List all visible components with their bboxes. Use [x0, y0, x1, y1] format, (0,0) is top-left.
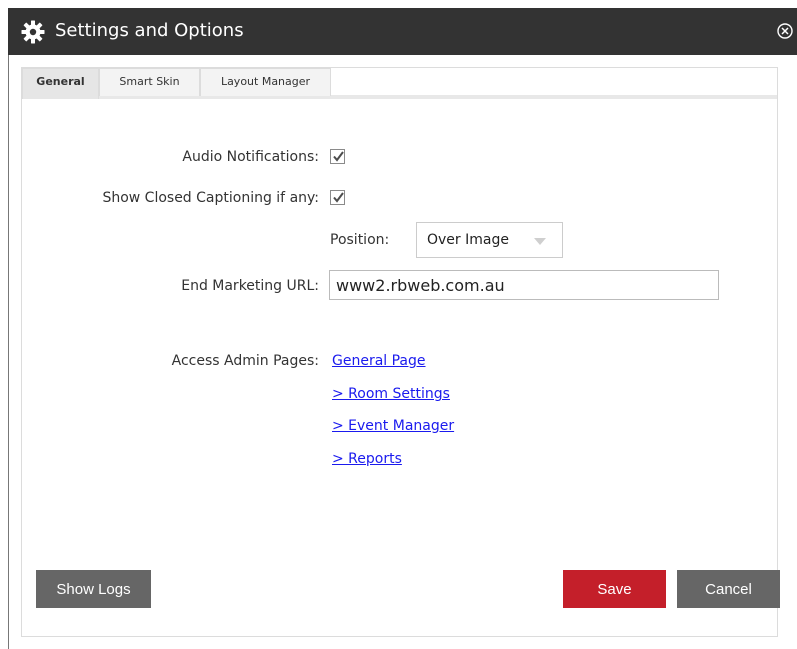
admin-pages-label: Access Admin Pages:: [171, 353, 319, 369]
show-logs-button[interactable]: Show Logs: [36, 570, 151, 608]
audio-notifications-checkbox[interactable]: [330, 149, 345, 164]
link-event-manager[interactable]: > Event Manager: [332, 417, 454, 435]
tab-smart-skin[interactable]: Smart Skin: [99, 68, 200, 96]
window-title: Settings and Options: [55, 20, 244, 41]
settings-panel: General Smart Skin Layout Manager Audio …: [21, 67, 780, 637]
closed-captioning-label: Show Closed Captioning if any:: [102, 190, 319, 206]
tab-bar: General Smart Skin Layout Manager: [22, 68, 777, 99]
tab-general[interactable]: General: [22, 68, 99, 99]
settings-window: Settings and Options General Smart Skin …: [0, 0, 797, 649]
link-reports[interactable]: > Reports: [332, 450, 402, 468]
title-bar: Settings and Options: [8, 8, 797, 55]
position-selected-value: Over Image: [427, 232, 509, 248]
position-label: Position:: [330, 232, 390, 248]
cancel-button[interactable]: Cancel: [677, 570, 780, 608]
position-select[interactable]: Over Image: [416, 222, 563, 258]
gear-icon: [21, 20, 45, 44]
chevron-down-icon: [534, 238, 546, 245]
link-general-page[interactable]: General Page: [332, 352, 426, 370]
audio-notifications-label: Audio Notifications:: [182, 149, 319, 165]
tab-layout-manager[interactable]: Layout Manager: [200, 68, 331, 96]
checkmark-icon: [333, 151, 344, 162]
window-left-edge: [8, 55, 9, 649]
closed-captioning-checkbox[interactable]: [330, 190, 345, 205]
link-room-settings[interactable]: > Room Settings: [332, 385, 450, 403]
checkmark-icon: [333, 192, 344, 203]
end-marketing-url-label: End Marketing URL:: [181, 278, 319, 294]
close-circle-icon[interactable]: [775, 21, 795, 41]
end-marketing-url-input[interactable]: [329, 270, 719, 300]
save-button[interactable]: Save: [563, 570, 666, 608]
